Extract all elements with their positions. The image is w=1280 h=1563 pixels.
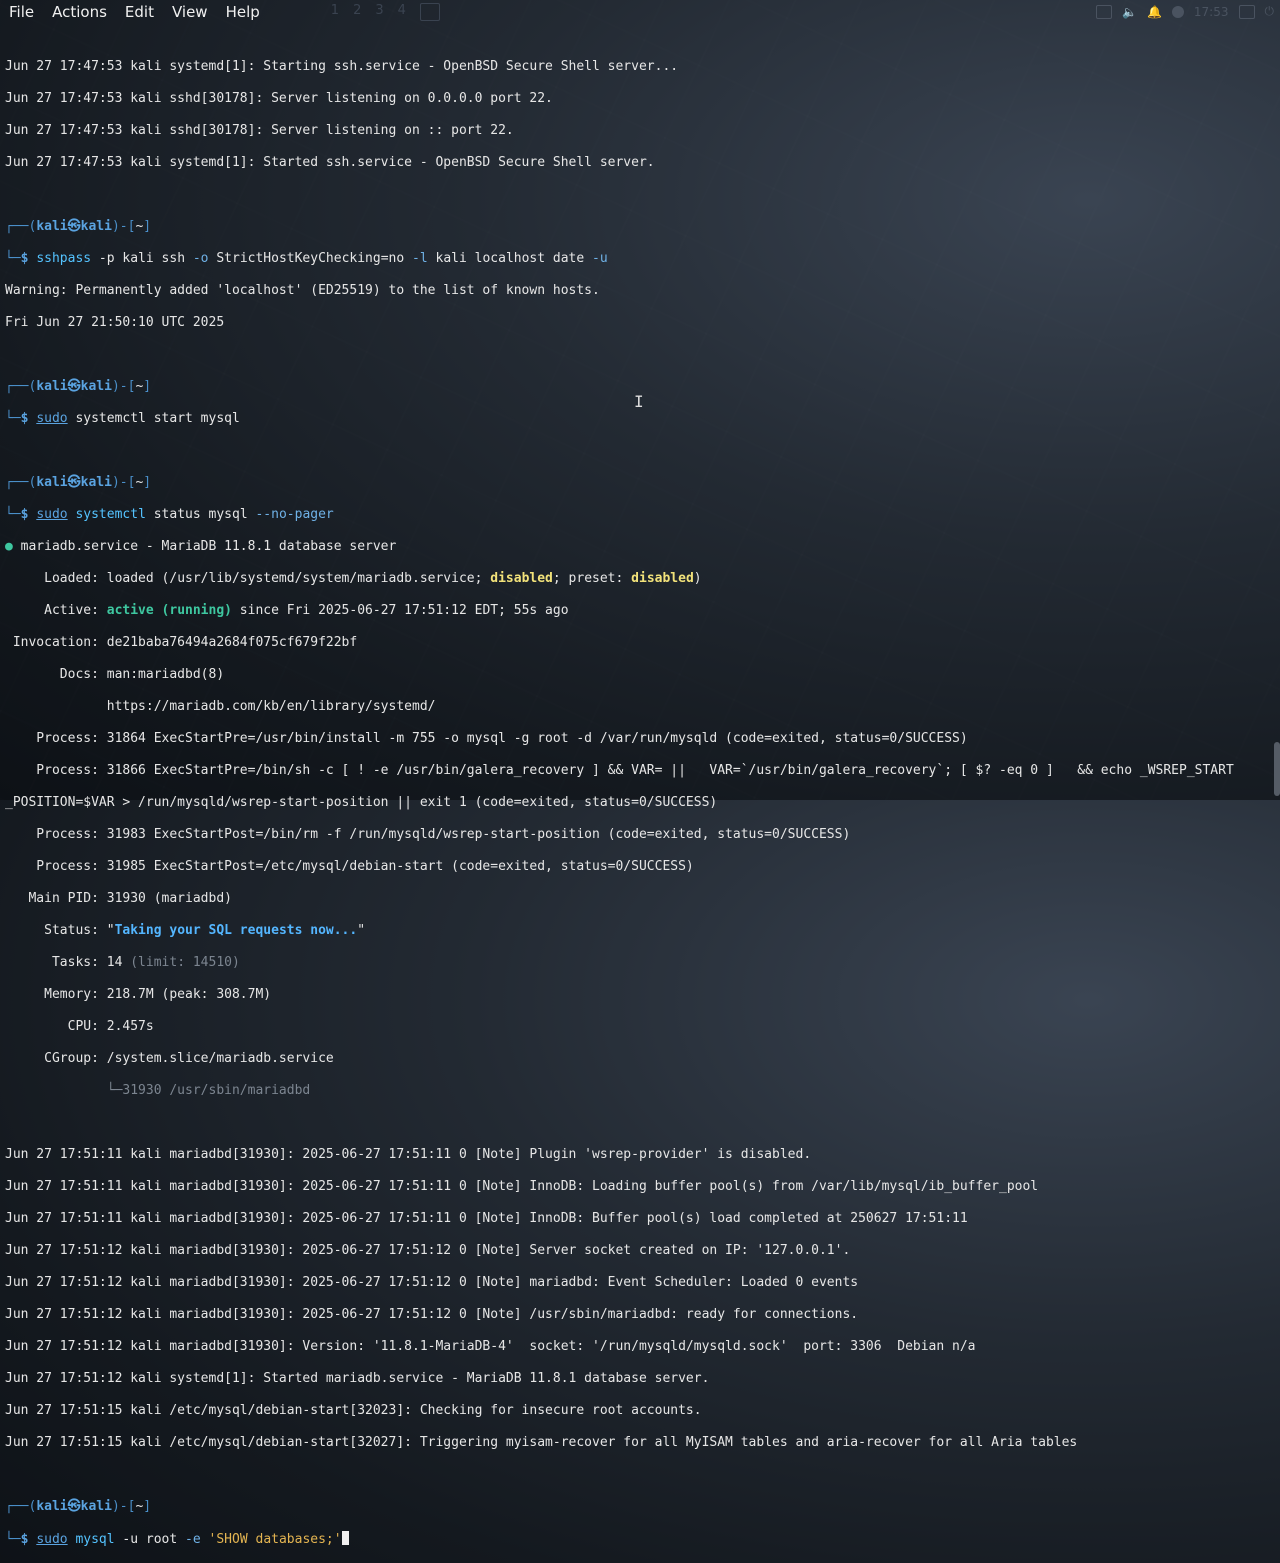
menu-edit[interactable]: Edit <box>116 1 163 23</box>
prompt-line: ┌──(kali㉿kali)-[~] <box>5 475 152 490</box>
terminal-line: Jun 27 17:47:53 kali systemd[1]: Startin… <box>5 59 679 74</box>
log-line: Jun 27 17:51:11 kali mariadbd[31930]: 20… <box>5 1179 1039 1194</box>
service-header: ● mariadb.service - MariaDB 11.8.1 datab… <box>5 539 397 554</box>
system-tray: 🔈 🔔 17:53 ⏻ <box>1096 4 1274 19</box>
status-invocation: Invocation: de21baba76494a2684f075cf679f… <box>5 635 358 650</box>
terminal-line: Warning: Permanently added 'localhost' (… <box>5 283 600 298</box>
log-line: Jun 27 17:51:15 kali /etc/mysql/debian-s… <box>5 1403 702 1418</box>
notification-bell-icon[interactable]: 🔔 <box>1147 5 1162 19</box>
workspace-1[interactable]: 1 <box>331 3 339 21</box>
log-line: Jun 27 17:51:11 kali mariadbd[31930]: 20… <box>5 1211 968 1226</box>
status-active: Active: active (running) since Fri 2025-… <box>5 603 569 618</box>
status-cpu: CPU: 2.457s <box>5 1019 154 1034</box>
status-tasks: Tasks: 14 (limit: 14510) <box>5 955 240 970</box>
prompt-line: ┌──(kali㉿kali)-[~] <box>5 219 152 234</box>
status-process: Process: 31983 ExecStartPost=/bin/rm -f … <box>5 827 851 842</box>
terminal-scrollbar[interactable] <box>1274 742 1280 796</box>
menu-help[interactable]: Help <box>217 1 269 23</box>
workspace-switcher: 1 2 3 4 <box>331 3 440 21</box>
status-process: Process: 31864 ExecStartPre=/usr/bin/ins… <box>5 731 968 746</box>
prompt-line: ┌──(kali㉿kali)-[~] <box>5 1499 152 1514</box>
status-process: Process: 31985 ExecStartPost=/etc/mysql/… <box>5 859 694 874</box>
power-icon[interactable]: ⏻ <box>1265 4 1275 19</box>
log-line: Jun 27 17:51:12 kali mariadbd[31930]: Ve… <box>5 1339 976 1354</box>
log-line: Jun 27 17:51:15 kali /etc/mysql/debian-s… <box>5 1435 1078 1450</box>
lock-icon[interactable] <box>1238 4 1255 19</box>
terminal-line: Jun 27 17:47:53 kali systemd[1]: Started… <box>5 155 655 170</box>
prompt-user: kali <box>36 219 68 234</box>
active-command-line[interactable]: └─$ sudo mysql -u root -e 'SHOW database… <box>5 1531 1280 1547</box>
log-line: Jun 27 17:51:12 kali mariadbd[31930]: 20… <box>5 1275 859 1290</box>
update-icon[interactable] <box>1171 5 1184 18</box>
display-icon[interactable] <box>1096 4 1112 19</box>
workspace-2[interactable]: 2 <box>353 3 361 21</box>
status-docs: Docs: man:mariadbd(8) <box>5 667 225 682</box>
menu-file[interactable]: File <box>0 1 43 23</box>
text-cursor <box>341 1531 349 1545</box>
status-cgroup: CGroup: /system.slice/mariadb.service <box>5 1051 334 1066</box>
command-line: └─$ sudo systemctl start mysql <box>5 411 240 426</box>
status-cgroup-child: └─31930 /usr/sbin/mariadbd <box>5 1083 311 1098</box>
log-line: Jun 27 17:51:12 kali mariadbd[31930]: 20… <box>5 1243 851 1258</box>
menu-view[interactable]: View <box>163 1 217 23</box>
terminal-line: Jun 27 17:47:53 kali sshd[30178]: Server… <box>5 91 553 106</box>
log-line: Jun 27 17:51:11 kali mariadbd[31930]: 20… <box>5 1147 812 1162</box>
workspace-3[interactable]: 3 <box>375 3 383 21</box>
terminal-menubar: File Actions Edit View Help <box>0 1 269 23</box>
log-line: Jun 27 17:51:12 kali systemd[1]: Started… <box>5 1371 710 1386</box>
status-mainpid: Main PID: 31930 (mariadbd) <box>5 891 232 906</box>
status-process: _POSITION=$VAR > /run/mysqld/wsrep-start… <box>5 795 718 810</box>
log-line: Jun 27 17:51:12 kali mariadbd[31930]: 20… <box>5 1307 859 1322</box>
mouse-ibeam-icon: I <box>634 392 644 411</box>
status-process: Process: 31866 ExecStartPre=/bin/sh -c [… <box>5 763 1234 778</box>
clock[interactable]: 17:53 <box>1194 5 1229 19</box>
terminal-line: Fri Jun 27 21:50:10 UTC 2025 <box>5 315 225 330</box>
workspace-4[interactable]: 4 <box>398 3 406 21</box>
status-memory: Memory: 218.7M (peak: 308.7M) <box>5 987 272 1002</box>
terminal-window-icon[interactable] <box>419 3 440 21</box>
prompt-host: kali <box>80 219 112 234</box>
status-docs-url: https://mariadb.com/kb/en/library/system… <box>5 699 436 714</box>
menu-actions[interactable]: Actions <box>43 1 116 23</box>
status-status: Status: "Taking your SQL requests now...… <box>5 923 366 938</box>
terminal-output[interactable]: Jun 27 17:47:53 kali systemd[1]: Startin… <box>5 43 1280 1563</box>
terminal-line: Jun 27 17:47:53 kali sshd[30178]: Server… <box>5 123 514 138</box>
command-line: └─$ sudo systemctl status mysql --no-pag… <box>5 507 334 522</box>
active-bullet-icon: ● <box>5 539 13 554</box>
top-panel: File Actions Edit View Help 1 2 3 4 🔈 🔔 … <box>0 0 1280 24</box>
status-loaded: Loaded: loaded (/usr/lib/systemd/system/… <box>5 571 702 586</box>
volume-icon[interactable]: 🔈 <box>1122 5 1137 19</box>
command-line: └─$ sshpass -p kali ssh -o StrictHostKey… <box>5 251 608 266</box>
